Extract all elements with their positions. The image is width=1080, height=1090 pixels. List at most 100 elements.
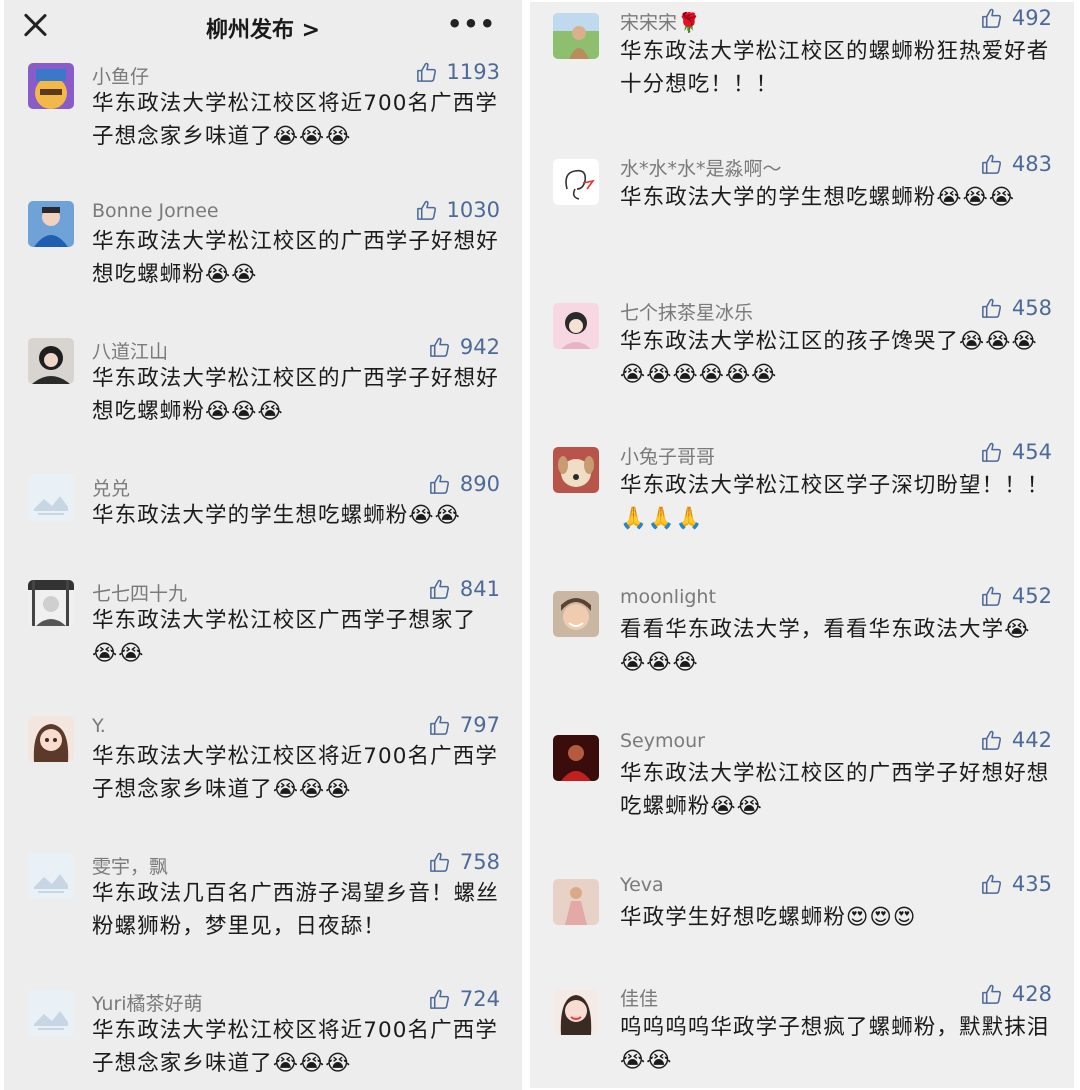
avatar[interactable] <box>553 879 599 925</box>
comment-item: 七个抹茶星冰乐 458 华东政法大学松江区的孩子馋哭了😭😭😭😭😭😭😭😭😭 <box>530 296 1074 426</box>
like-button[interactable]: 483 <box>980 152 1052 176</box>
thumbs-up-icon <box>430 474 449 494</box>
thumbs-up-icon <box>982 730 1001 750</box>
like-button[interactable]: 1030 <box>415 198 500 222</box>
thumbs-up-icon <box>430 989 449 1009</box>
like-button[interactable]: 492 <box>980 6 1052 30</box>
avatar[interactable] <box>28 201 74 247</box>
like-count: 758 <box>459 850 500 874</box>
comment-item: moonlight 452 看看华东政法大学，看看华东政法大学😭😭😭😭 <box>530 584 1074 714</box>
comment-item: 小兔子哥哥 454 华东政法大学松江校区学子深切盼望！！！🙏🙏🙏 <box>530 440 1074 570</box>
commenter-name[interactable]: Yuri橘茶好萌 <box>92 989 203 1016</box>
commenter-name[interactable]: 宋宋宋🌹 <box>620 8 701 35</box>
comment-text: 华东政法大学松江校区的广西学子好想好想吃螺蛳粉😭😭 <box>92 229 499 287</box>
comment-item: 八道江山 942 华东政法大学松江校区的广西学子好想好想吃螺蛳粉😭😭😭 <box>4 333 522 463</box>
thumbs-up-icon <box>982 442 1001 462</box>
comment-item: Seymour 442 华东政法大学松江校区的广西学子好想好想吃螺蛳粉😭😭 <box>530 728 1074 858</box>
comment-text: 华东政法大学松江区的孩子馋哭了😭😭😭😭😭😭😭😭😭 <box>620 329 1038 387</box>
like-count: 442 <box>1011 728 1052 752</box>
article-header-bar: 柳州发布 > ••• <box>4 0 522 56</box>
comment-item: Yuri橘茶好萌 724 华东政法大学松江校区将近700名广西学子想念家乡味道了😭😭… <box>4 985 522 1090</box>
like-button[interactable]: 797 <box>428 713 500 737</box>
thumbs-up-icon <box>982 8 1001 28</box>
like-button[interactable]: 758 <box>428 850 500 874</box>
commenter-name[interactable]: Seymour <box>620 730 705 752</box>
like-count: 841 <box>459 577 500 601</box>
thumbs-up-icon <box>982 154 1001 174</box>
like-count: 458 <box>1011 296 1052 320</box>
like-count: 492 <box>1011 6 1052 30</box>
comment-text: 华东政法大学松江校区学子深切盼望！！！🙏🙏🙏 <box>620 473 1050 531</box>
thumbs-up-icon <box>430 579 449 599</box>
comment-item: 宋宋宋🌹 492 华东政法大学松江校区的螺蛳粉狂热爱好者十分想吃！！！ <box>530 6 1074 136</box>
account-title[interactable]: 柳州发布 > <box>4 12 522 44</box>
avatar[interactable] <box>553 735 599 781</box>
avatar[interactable] <box>553 447 599 493</box>
like-count: 452 <box>1011 584 1052 608</box>
more-icon[interactable]: ••• <box>447 12 496 36</box>
avatar[interactable] <box>28 580 74 626</box>
commenter-name[interactable]: 雯宇，飘 <box>92 852 168 879</box>
comment-item: 水*水*水*是淼啊～ 483 华东政法大学的学生想吃螺蛳粉😭😭😭 <box>530 152 1074 282</box>
comment-item: 佳佳 428 呜呜呜呜华政学子想疯了螺蛳粉，默默抹泪😭😭 <box>530 982 1074 1088</box>
right-screenshot-panel: 宋宋宋🌹 492 华东政法大学松江校区的螺蛳粉狂热爱好者十分想吃！！！ 水*水*水*是… <box>530 2 1074 1088</box>
like-button[interactable]: 890 <box>428 472 500 496</box>
like-count: 428 <box>1011 982 1052 1006</box>
like-button[interactable]: 724 <box>428 987 500 1011</box>
thumbs-up-icon <box>430 852 449 872</box>
like-count: 1193 <box>446 60 500 84</box>
comment-text: 华政学生好想吃螺蛳粉😍😍😍 <box>620 905 917 930</box>
thumbs-up-icon <box>430 715 449 735</box>
like-button[interactable]: 452 <box>980 584 1052 608</box>
left-screenshot-panel: 柳州发布 > ••• 小鱼仔 1193 华东政法大学松江校区将近700名广西学子想念… <box>4 0 522 1090</box>
commenter-name[interactable]: 八道江山 <box>92 337 168 364</box>
thumbs-up-icon <box>982 586 1001 606</box>
like-count: 454 <box>1011 440 1052 464</box>
avatar[interactable] <box>28 716 74 762</box>
like-button[interactable]: 942 <box>428 335 500 359</box>
like-button[interactable]: 435 <box>980 872 1052 896</box>
comment-item: 小鱼仔 1193 华东政法大学松江校区将近700名广西学子想念家乡味道了😭😭😭 <box>4 58 522 188</box>
avatar[interactable] <box>28 475 74 521</box>
comment-text: 华东政法大学松江校区的广西学子好想好想吃螺蛳粉😭😭 <box>620 761 1050 819</box>
like-count: 724 <box>459 987 500 1011</box>
like-button[interactable]: 454 <box>980 440 1052 464</box>
like-button[interactable]: 428 <box>980 982 1052 1006</box>
commenter-name[interactable]: 七个抹茶星冰乐 <box>620 298 753 325</box>
comment-item: 七七四十九 841 华东政法大学松江校区广西学子想家了😭😭 <box>4 575 522 705</box>
commenter-name[interactable]: moonlight <box>620 586 716 608</box>
thumbs-up-icon <box>416 200 436 220</box>
commenter-name[interactable]: Yeva <box>620 874 664 896</box>
like-button[interactable]: 841 <box>428 577 500 601</box>
avatar[interactable] <box>28 853 74 899</box>
avatar[interactable] <box>28 990 74 1036</box>
like-button[interactable]: 442 <box>980 728 1052 752</box>
comment-text: 华东政法大学松江校区将近700名广西学子想念家乡味道了😭😭😭 <box>92 1018 498 1076</box>
like-count: 797 <box>459 713 500 737</box>
comment-item: Bonne Jornee 1030 华东政法大学松江校区的广西学子好想好想吃螺蛳粉😭… <box>4 196 522 326</box>
like-button[interactable]: 458 <box>980 296 1052 320</box>
thumbs-up-icon <box>982 874 1001 894</box>
commenter-name[interactable]: Y. <box>92 715 106 737</box>
commenter-name[interactable]: 小兔子哥哥 <box>620 442 715 469</box>
commenter-name[interactable]: 七七四十九 <box>92 579 187 606</box>
commenter-name[interactable]: 小鱼仔 <box>92 62 149 89</box>
comment-text: 华东政法大学松江校区将近700名广西学子想念家乡味道了😭😭😭 <box>92 744 498 802</box>
avatar[interactable] <box>553 989 599 1035</box>
like-button[interactable]: 1193 <box>415 60 500 84</box>
avatar[interactable] <box>28 338 74 384</box>
commenter-name[interactable]: 兑兑 <box>92 474 130 501</box>
commenter-name[interactable]: 水*水*水*是淼啊～ <box>620 154 782 181</box>
commenter-name[interactable]: 佳佳 <box>620 984 658 1011</box>
avatar[interactable] <box>553 591 599 637</box>
avatar[interactable] <box>553 159 599 205</box>
avatar[interactable] <box>553 13 599 59</box>
avatar[interactable] <box>553 303 599 349</box>
like-count: 435 <box>1011 872 1052 896</box>
thumbs-up-icon <box>416 62 436 82</box>
comment-text: 华东政法大学松江校区的螺蛳粉狂热爱好者十分想吃！！！ <box>620 39 1050 97</box>
like-count: 890 <box>459 472 500 496</box>
comment-text: 华东政法大学松江校区将近700名广西学子想念家乡味道了😭😭😭 <box>92 91 498 149</box>
commenter-name[interactable]: Bonne Jornee <box>92 200 219 222</box>
avatar[interactable] <box>28 63 74 109</box>
